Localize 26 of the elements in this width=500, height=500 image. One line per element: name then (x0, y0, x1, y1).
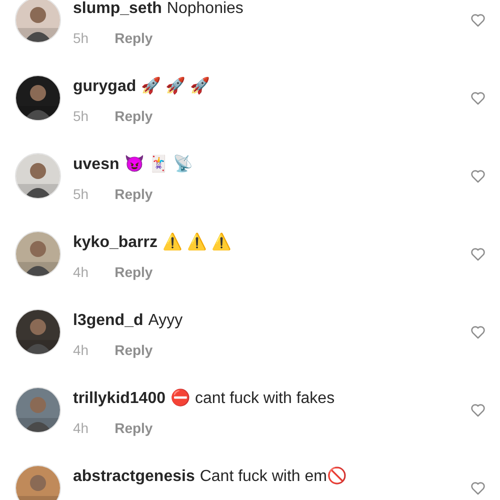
reply-button[interactable]: Reply (114, 341, 153, 359)
comment-text: slump_seth Nophonies (73, 0, 244, 19)
comment-time: 4h (73, 419, 89, 437)
heart-icon[interactable] (470, 402, 486, 418)
heart-icon[interactable] (470, 12, 486, 28)
heart-icon[interactable] (470, 90, 486, 106)
comment-time: 5h (73, 107, 89, 125)
heart-icon[interactable] (470, 168, 486, 184)
reply-button[interactable]: Reply (114, 107, 153, 125)
comment-text: uvesn 😈 🃏 📡 (73, 155, 194, 175)
comment-time: 4h (73, 263, 89, 281)
comment-text: l3gend_d Ayyy (73, 311, 184, 331)
comment-text: abstractgenesis Cant fuck with em🚫 (73, 467, 348, 487)
comment-time: 5h (73, 29, 89, 47)
comment-text: trillykid1400 ⛔ cant fuck with fakes (73, 389, 336, 409)
reply-button[interactable]: Reply (114, 185, 153, 203)
heart-icon[interactable] (470, 480, 486, 496)
comment-time: 5h (73, 185, 89, 203)
heart-icon[interactable] (470, 246, 486, 262)
comment-time: 4h (73, 341, 89, 359)
reply-button[interactable]: Reply (114, 419, 153, 437)
comment-text: kyko_barrz ⚠ ⚠ ⚠ (73, 233, 232, 253)
reply-button[interactable]: Reply (114, 263, 153, 281)
comment-text: gurygad 🚀 🚀 🚀 (73, 77, 212, 97)
heart-icon[interactable] (470, 324, 486, 340)
reply-button[interactable]: Reply (114, 29, 153, 47)
